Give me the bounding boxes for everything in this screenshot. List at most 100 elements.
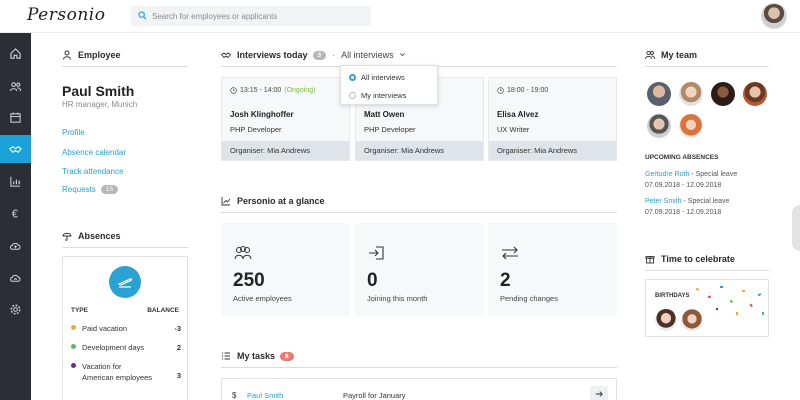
search-icon <box>138 11 147 20</box>
nav-settings[interactable] <box>0 295 31 323</box>
requests-count-badge: 15 <box>100 185 119 194</box>
ongoing-status: (Ongoing) <box>284 87 316 94</box>
team-member-avatar[interactable] <box>647 82 671 106</box>
interviews-filter-dropdown[interactable]: All interviews <box>341 50 412 60</box>
menu-item-my-interviews[interactable]: My interviews <box>349 91 406 100</box>
divider <box>645 66 769 67</box>
cloud-sync-icon <box>10 274 21 282</box>
link-absence-calendar[interactable]: Absence calendar <box>62 148 126 157</box>
user-avatar[interactable] <box>761 3 787 29</box>
people-icon <box>234 246 252 260</box>
candidate-role: PHP Developer <box>364 125 416 134</box>
cloud-upload-icon <box>10 242 21 250</box>
scroll-handle[interactable] <box>792 205 800 251</box>
glance-label: Pending changes <box>500 294 558 303</box>
nav-recruiting[interactable] <box>0 135 31 163</box>
status-dot <box>71 363 76 368</box>
interviews-section-title: Interviews today 3 · All interviews <box>221 48 412 62</box>
absentee-name[interactable]: Gertudre Roth <box>645 171 689 178</box>
link-requests[interactable]: Requests 15 <box>62 185 119 194</box>
clock-icon <box>230 87 237 94</box>
team-member-avatar[interactable] <box>743 82 767 106</box>
nav-people[interactable] <box>0 72 31 100</box>
glance-card-pending[interactable]: 2 Pending changes <box>488 223 617 316</box>
absences-col-type: TYPE <box>71 307 88 314</box>
glance-label: Active employees <box>233 294 292 303</box>
absence-balance: 3 <box>176 371 181 380</box>
birthdays-banner: BIRTHDAYS <box>655 293 690 299</box>
glance-card-employees[interactable]: 250 Active employees <box>221 223 350 316</box>
upcoming-absence-dates: 07.09.2018 - 12.09.2018 <box>645 209 722 216</box>
absence-balance: 2 <box>176 343 181 352</box>
team-member-avatar[interactable] <box>647 114 671 138</box>
swap-arrows-icon <box>502 246 518 260</box>
absences-title-text: Absences <box>78 231 121 241</box>
absentee-name[interactable]: Peter Smith <box>645 198 682 205</box>
people-icon <box>9 81 22 91</box>
person-icon <box>63 50 71 60</box>
absences-card: TYPE BALANCE Paid vacation -3 Developmen… <box>62 256 188 400</box>
divider <box>62 66 188 67</box>
arrow-right-icon <box>595 390 603 397</box>
birthday-person-avatar[interactable] <box>655 309 677 331</box>
upcoming-absence-name[interactable]: Peter Smith - Special leave <box>645 198 729 205</box>
nav-sync[interactable] <box>0 263 31 291</box>
search-box[interactable] <box>131 6 371 26</box>
team-icon <box>645 50 655 60</box>
absences-col-balance: BALANCE <box>147 307 179 314</box>
interviews-count-badge: 3 <box>312 50 327 60</box>
menu-item-all-interviews[interactable]: All interviews <box>349 73 405 82</box>
nav-home[interactable] <box>0 39 31 67</box>
employee-name: Paul Smith <box>62 83 135 99</box>
personio-logo[interactable]: Personio <box>27 5 105 25</box>
nav-upload[interactable] <box>0 231 31 259</box>
handshake-icon <box>221 52 231 59</box>
link-profile[interactable]: Profile <box>62 128 85 137</box>
link-track-attendance[interactable]: Track attendance <box>62 167 124 176</box>
glance-card-joining[interactable]: 0 Joining this month <box>355 223 484 316</box>
employee-title-text: Employee <box>78 50 121 60</box>
tasks-section-title: My tasks 8 <box>221 349 294 363</box>
absence-row: Development days 2 <box>71 343 181 352</box>
radio-selected <box>349 74 356 81</box>
interview-time-text: 18:00 - 19:00 <box>507 87 549 94</box>
birthday-person-avatar[interactable] <box>681 309 703 331</box>
task-person[interactable]: Paul Smith <box>247 391 283 400</box>
interview-card[interactable]: 18:00 - 19:00 Elisa Alvez UX Writer Orga… <box>488 77 617 161</box>
plane-icon <box>117 278 133 288</box>
interview-time: 13:15 - 14:00 (Ongoing) <box>230 87 315 94</box>
candidate-role: UX Writer <box>497 125 530 134</box>
task-open-button[interactable] <box>590 386 608 400</box>
interview-card[interactable]: 13:15 - 14:00 (Ongoing) Josh Klinghoffer… <box>221 77 350 161</box>
task-row[interactable]: $ Paul Smith Payroll for January <box>221 378 617 400</box>
team-member-avatar[interactable] <box>711 82 735 106</box>
glance-number: 250 <box>233 270 265 291</box>
absence-type: - Special leave <box>689 171 738 178</box>
side-navigation: € <box>0 33 31 400</box>
candidate-name: Elisa Alvez <box>497 110 539 119</box>
nav-calendar[interactable] <box>0 103 31 131</box>
status-dot <box>71 344 76 349</box>
absence-label-line2: American employees <box>82 373 153 382</box>
interviews-filter-menu: All interviews My interviews <box>340 65 438 105</box>
team-member-avatar[interactable] <box>679 82 703 106</box>
absences-section-title: Absences <box>62 229 121 243</box>
birthdays-card[interactable]: BIRTHDAYS <box>645 279 769 337</box>
euro-icon: € <box>12 209 18 219</box>
menu-item-label: My interviews <box>361 91 407 100</box>
interview-organiser: Organiser: Mia Andrews <box>356 141 483 160</box>
interview-organiser: Organiser: Mia Andrews <box>489 141 616 160</box>
interview-organiser: Organiser: Mia Andrews <box>222 141 349 160</box>
search-input[interactable] <box>152 6 362 26</box>
dollar-icon: $ <box>232 391 237 400</box>
upcoming-absence-name[interactable]: Gertudre Roth - Special leave <box>645 171 737 178</box>
upcoming-absences-title: UPCOMING ABSENCES <box>645 154 719 161</box>
divider <box>645 270 769 271</box>
nav-payroll[interactable]: € <box>0 199 31 227</box>
nav-reports[interactable] <box>0 167 31 195</box>
gift-icon <box>645 256 655 264</box>
team-member-avatar[interactable] <box>679 114 703 138</box>
interviews-title-text: Interviews today <box>237 50 308 60</box>
absence-row: Paid vacation -3 <box>71 324 181 333</box>
task-title: Payroll for January <box>343 391 406 400</box>
